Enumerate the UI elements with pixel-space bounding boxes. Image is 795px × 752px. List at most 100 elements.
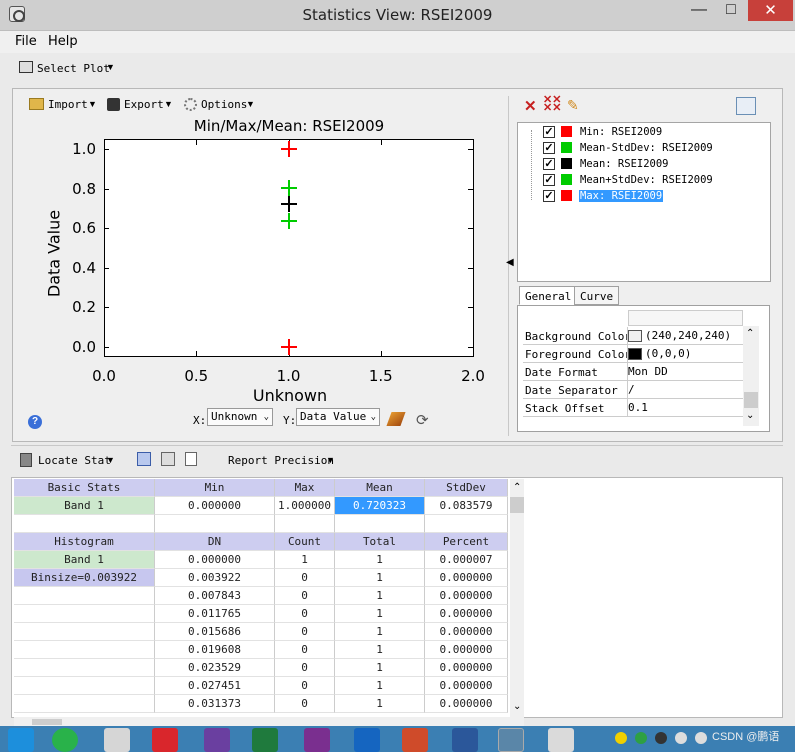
property-value[interactable]: /: [628, 383, 635, 396]
window-thumb-icon[interactable]: [548, 728, 574, 752]
powerpoint-icon[interactable]: [402, 728, 428, 752]
legend-checkbox[interactable]: ✓: [543, 157, 555, 170]
legend-item[interactable]: ✓ Mean: RSEI2009: [531, 156, 670, 171]
table-cell[interactable]: 0: [275, 641, 335, 659]
menu-help[interactable]: Help: [48, 34, 78, 49]
table-cell[interactable]: [14, 677, 155, 695]
outlook-icon[interactable]: [354, 728, 380, 752]
app-green-icon[interactable]: [52, 728, 78, 752]
table-cell[interactable]: 0.027451: [155, 677, 275, 695]
property-row[interactable]: Stack Offset 0.1: [523, 399, 743, 417]
table-cell[interactable]: Min: [155, 479, 275, 497]
property-value[interactable]: 0.1: [628, 401, 648, 414]
legend-checkbox[interactable]: ✓: [543, 125, 555, 138]
properties-icon[interactable]: [736, 97, 756, 115]
horizontal-scrollbar[interactable]: [14, 717, 524, 726]
tab-general[interactable]: General: [519, 286, 578, 305]
table-cell[interactable]: 0.019608: [155, 641, 275, 659]
tray-icon[interactable]: [615, 732, 627, 744]
table-cell[interactable]: [275, 515, 335, 533]
scroll-up-icon[interactable]: ⌃: [746, 328, 754, 339]
table-cell[interactable]: 0: [275, 659, 335, 677]
delete-icon[interactable]: ✕: [524, 97, 537, 115]
options-button[interactable]: Options: [201, 98, 247, 111]
scroll-down-icon[interactable]: ⌄: [513, 701, 521, 712]
tray-icon[interactable]: [695, 732, 707, 744]
table-cell[interactable]: Band 1: [14, 497, 155, 515]
table-cell[interactable]: Basic Stats: [14, 479, 155, 497]
report-precision-button[interactable]: Report Precision: [228, 454, 334, 467]
table-scrollbar[interactable]: ⌃ ⌄: [510, 479, 524, 717]
legend-item[interactable]: ✓ Mean+StdDev: RSEI2009: [531, 172, 714, 187]
table-cell[interactable]: 0.083579: [425, 497, 508, 515]
property-row[interactable]: Date Format Mon DD: [523, 363, 743, 381]
tray-icon[interactable]: [675, 732, 687, 744]
table-cell[interactable]: 0: [275, 587, 335, 605]
scroll-thumb[interactable]: [32, 719, 62, 725]
table-cell[interactable]: 1: [335, 623, 425, 641]
property-row[interactable]: Background Color (240,240,240): [523, 327, 743, 345]
table-cell[interactable]: Max: [275, 479, 335, 497]
table-cell[interactable]: 0.000000: [425, 659, 508, 677]
table-cell[interactable]: 0: [275, 569, 335, 587]
table-cell[interactable]: [14, 695, 155, 713]
excel-icon[interactable]: [252, 728, 278, 752]
visual-studio-icon[interactable]: [204, 728, 230, 752]
table-cell[interactable]: 0: [275, 695, 335, 713]
table-cell[interactable]: 0.000000: [425, 641, 508, 659]
menu-file[interactable]: File: [15, 34, 37, 49]
refresh-icon[interactable]: ⟳: [416, 411, 429, 429]
table-cell[interactable]: 0.015686: [155, 623, 275, 641]
table-cell[interactable]: [14, 587, 155, 605]
table-cell[interactable]: 0.000000: [425, 695, 508, 713]
table-cell[interactable]: Percent: [425, 533, 508, 551]
copy-icon[interactable]: [185, 452, 197, 466]
table-cell[interactable]: [14, 605, 155, 623]
table-cell[interactable]: 0: [275, 605, 335, 623]
table-cell[interactable]: Count: [275, 533, 335, 551]
table-cell[interactable]: 0.000000: [425, 623, 508, 641]
property-value[interactable]: (240,240,240): [628, 329, 731, 342]
table-cell[interactable]: 0.000000: [155, 497, 275, 515]
notepad-icon[interactable]: [104, 728, 130, 752]
table-cell[interactable]: 0.000000: [425, 677, 508, 695]
table-cell[interactable]: 1: [335, 605, 425, 623]
help-icon[interactable]: ?: [28, 415, 42, 429]
select-plot-button[interactable]: Select Plot: [37, 62, 110, 75]
scroll-thumb[interactable]: [510, 497, 524, 513]
bluetooth-icon[interactable]: [655, 732, 667, 744]
tab-curve[interactable]: Curve: [574, 286, 620, 305]
legend-checkbox[interactable]: ✓: [543, 141, 555, 154]
legend-item[interactable]: ✓ Max: RSEI2009: [531, 188, 664, 203]
table-icon[interactable]: [161, 452, 175, 466]
table-cell[interactable]: 0.720323: [335, 497, 425, 515]
view-icon[interactable]: [137, 452, 151, 466]
table-cell[interactable]: 0.031373: [155, 695, 275, 713]
table-cell[interactable]: 0.023529: [155, 659, 275, 677]
table-cell[interactable]: [14, 623, 155, 641]
onenote-icon[interactable]: [304, 728, 330, 752]
table-cell[interactable]: [335, 515, 425, 533]
table-cell[interactable]: [14, 515, 155, 533]
close-button[interactable]: ✕: [748, 0, 793, 21]
table-cell[interactable]: 1: [335, 659, 425, 677]
legend-checkbox[interactable]: ✓: [543, 189, 555, 202]
app-red-icon[interactable]: [152, 728, 178, 752]
table-cell[interactable]: 0.011765: [155, 605, 275, 623]
wand-icon[interactable]: ✎: [567, 97, 579, 114]
table-cell[interactable]: 0: [275, 623, 335, 641]
table-cell[interactable]: 0.007843: [155, 587, 275, 605]
legend-checkbox[interactable]: ✓: [543, 173, 555, 186]
properties-scrollbar[interactable]: ⌃ ⌄: [743, 326, 759, 426]
table-cell[interactable]: 1: [335, 551, 425, 569]
scroll-thumb[interactable]: [744, 392, 758, 408]
property-row[interactable]: Date Separator /: [523, 381, 743, 399]
property-row[interactable]: Foreground Color (0,0,0): [523, 345, 743, 363]
envi-icon[interactable]: [498, 728, 524, 752]
tray-icon[interactable]: [635, 732, 647, 744]
legend-item[interactable]: ✓ Mean-StdDev: RSEI2009: [531, 140, 714, 155]
color-swatch[interactable]: [628, 329, 642, 342]
table-cell[interactable]: 1: [335, 677, 425, 695]
scroll-down-icon[interactable]: ⌄: [746, 410, 754, 421]
table-cell[interactable]: [155, 515, 275, 533]
